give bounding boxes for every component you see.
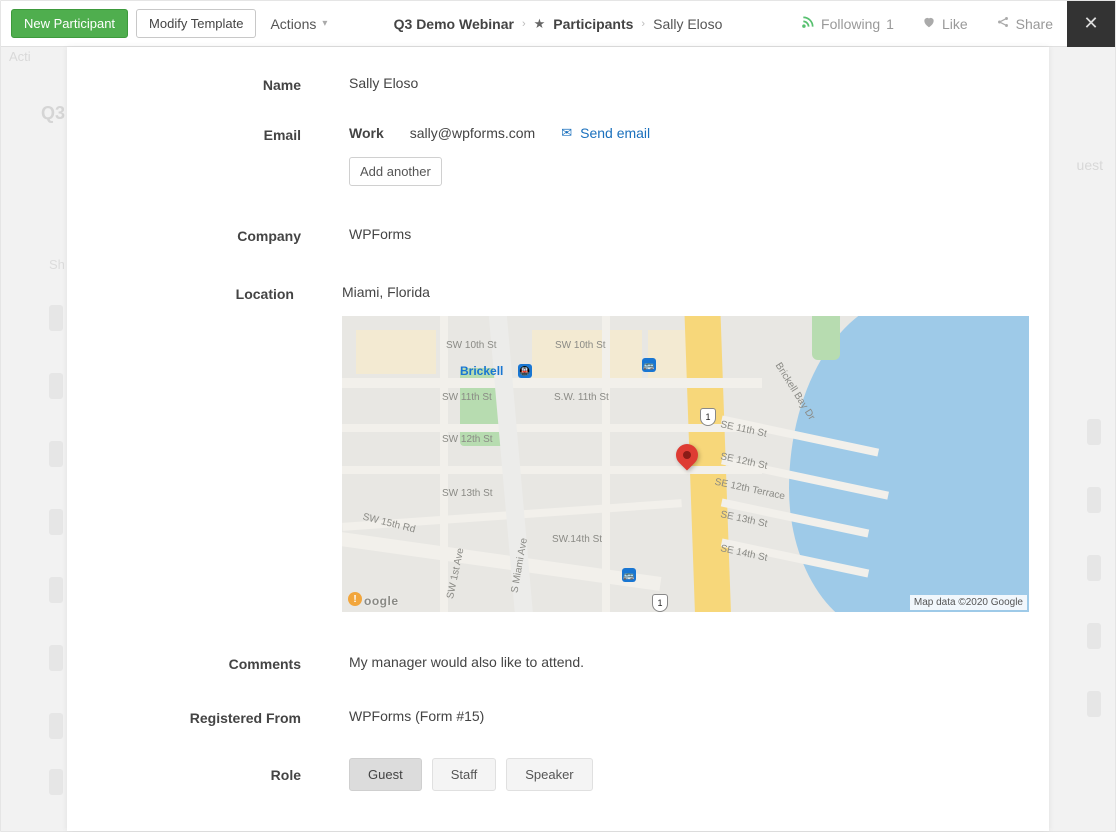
bg-avatar [49, 509, 63, 535]
bg-avatar [1087, 419, 1101, 445]
breadcrumb-current: Sally Eloso [653, 16, 722, 32]
field-row-role: Role Guest Staff Speaker [67, 744, 1049, 803]
field-row-location: Location Miami, Florida [67, 272, 1049, 624]
new-participant-button[interactable]: New Participant [11, 9, 128, 38]
actions-menu[interactable]: Actions ▾ [270, 16, 327, 32]
role-label: Role [67, 758, 349, 791]
comments-label: Comments [67, 654, 349, 672]
close-icon: ✕ [1083, 13, 1098, 34]
bg-text: uest [1077, 157, 1103, 173]
chevron-right-icon: › [641, 18, 645, 30]
street-label: SW 10th St [446, 340, 497, 351]
following-count: 1 [886, 16, 894, 32]
location-map[interactable]: Brickell 🚇 🚌 🚌 1 1 SW 10th St SW 10th St… [342, 316, 1029, 612]
comments-value[interactable]: My manager would also like to attend. [349, 654, 1049, 672]
add-another-email-button[interactable]: Add another [349, 157, 442, 186]
share-icon [996, 15, 1010, 32]
bg-text: Sh [49, 257, 65, 272]
company-value[interactable]: WPForms [349, 226, 1049, 244]
send-email-link[interactable]: ✉ Send email [561, 125, 650, 141]
transit-icon: 🚌 [642, 358, 656, 372]
bg-avatar [49, 713, 63, 739]
field-row-name: Name Sally Eloso [67, 47, 1049, 113]
bg-avatar [49, 645, 63, 671]
street-label: SW 11th St [442, 392, 492, 403]
bg-avatar [1087, 555, 1101, 581]
bg-text: Acti [9, 49, 69, 64]
bg-text: Q3 [41, 103, 65, 124]
rss-icon [801, 15, 815, 32]
detail-panel: Name Sally Eloso Email Work sally@wpform… [67, 47, 1049, 831]
breadcrumb: Q3 Demo Webinar › ★ Participants › Sally… [394, 16, 723, 32]
registered-value: WPForms (Form #15) [349, 708, 1049, 726]
name-label: Name [67, 75, 349, 93]
top-toolbar: New Participant Modify Template Actions … [1, 1, 1115, 47]
bg-avatar [49, 305, 63, 331]
heart-icon [922, 15, 936, 32]
chevron-right-icon: › [522, 18, 526, 30]
warning-icon: ! [348, 592, 362, 606]
email-label: Email [67, 125, 349, 186]
bg-avatar [1087, 691, 1101, 717]
share-button[interactable]: Share [982, 15, 1067, 32]
following-button[interactable]: Following 1 [787, 15, 908, 32]
star-icon: ★ [534, 16, 546, 32]
like-label: Like [942, 16, 968, 32]
street-label: SW.14th St [552, 534, 602, 545]
street-label: S.W. 11th St [554, 392, 609, 403]
field-row-email: Email Work sally@wpforms.com ✉ Send emai… [67, 113, 1049, 198]
close-button[interactable]: ✕ [1067, 1, 1115, 47]
street-label: SW 10th St [555, 340, 606, 351]
map-road [342, 378, 762, 388]
map-road [440, 316, 448, 612]
company-label: Company [67, 226, 349, 244]
following-label: Following [821, 16, 880, 32]
street-label: SW 12th St [442, 434, 493, 445]
role-option-guest[interactable]: Guest [349, 758, 422, 791]
map-park [812, 316, 840, 360]
top-right-actions: Following 1 Like Share ✕ [787, 1, 1115, 46]
highway-shield-icon: 1 [652, 594, 668, 612]
registered-label: Registered From [67, 708, 349, 726]
actions-label: Actions [270, 16, 316, 32]
bg-avatar [49, 769, 63, 795]
share-label: Share [1016, 16, 1053, 32]
name-value[interactable]: Sally Eloso [349, 75, 1049, 93]
breadcrumb-root[interactable]: Q3 Demo Webinar [394, 16, 514, 32]
field-row-company: Company WPForms [67, 198, 1049, 272]
bg-avatar [49, 373, 63, 399]
bg-avatar [49, 441, 63, 467]
map-road [342, 466, 762, 474]
location-label: Location [67, 284, 342, 612]
map-place-label: Brickell [460, 364, 503, 378]
map-provider-logo: oogle [364, 594, 399, 608]
role-option-staff[interactable]: Staff [432, 758, 497, 791]
send-email-label: Send email [580, 125, 650, 141]
bg-avatar [49, 577, 63, 603]
envelope-icon: ✉ [561, 125, 572, 141]
location-value[interactable]: Miami, Florida [342, 284, 430, 300]
field-row-registered: Registered From WPForms (Form #15) [67, 690, 1049, 744]
map-road [342, 424, 762, 432]
like-button[interactable]: Like [908, 15, 982, 32]
transit-icon: 🚌 [622, 568, 636, 582]
map-attribution: Map data ©2020 Google [910, 595, 1027, 610]
role-option-speaker[interactable]: Speaker [506, 758, 592, 791]
bg-avatar [1087, 623, 1101, 649]
chevron-down-icon: ▾ [322, 18, 327, 29]
transit-icon: 🚇 [518, 364, 532, 378]
bg-avatar [1087, 487, 1101, 513]
modify-template-button[interactable]: Modify Template [136, 9, 256, 38]
email-type-label: Work [349, 125, 384, 141]
role-toggle-group: Guest Staff Speaker [349, 758, 1029, 791]
email-value[interactable]: sally@wpforms.com [410, 125, 535, 141]
map-road [602, 316, 610, 612]
street-label: SW 13th St [442, 488, 493, 499]
map-building [356, 330, 436, 374]
highway-shield-icon: 1 [700, 408, 716, 426]
field-row-comments: Comments My manager would also like to a… [67, 624, 1049, 690]
breadcrumb-participants[interactable]: Participants [553, 16, 633, 32]
